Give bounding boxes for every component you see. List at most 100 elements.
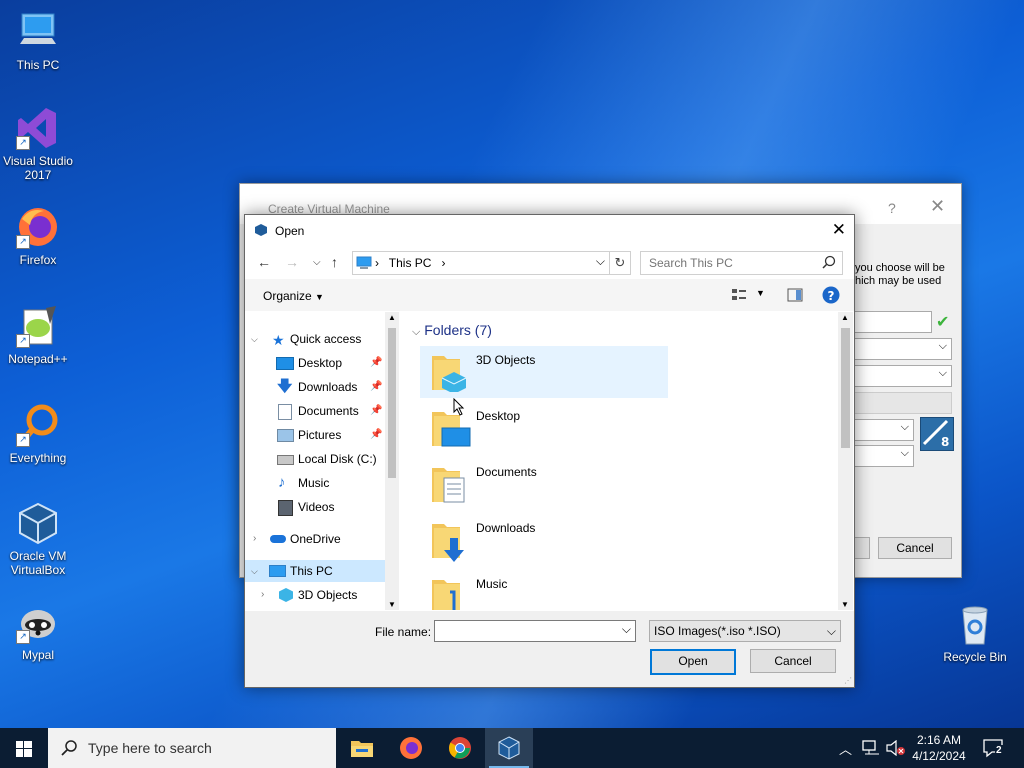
notification-center-button[interactable]: 2 [982,738,1004,758]
tree-item-label: Local Disk (C:) [298,452,377,466]
desktop-icon-everything[interactable]: ↗ Everything [0,403,76,465]
refresh-button[interactable]: ↻ [609,251,631,275]
tree-item-this-pc[interactable]: ⌵ This PC [245,560,385,582]
folder-documents-icon [432,468,465,503]
desktop-icon-visual-studio[interactable]: ↗ Visual Studio 2017 [0,106,76,182]
expand-chevron-icon[interactable]: › [261,584,264,606]
close-icon[interactable]: ✕ [832,220,846,240]
expand-chevron-icon[interactable]: ⌵ [251,560,258,582]
forward-arrow-icon[interactable]: → [285,254,299,270]
vm-version-dropdown[interactable]: ⌵ [850,445,914,467]
address-bar[interactable]: › This PC › ⌵ [352,251,610,275]
close-button[interactable]: ✕ [930,196,945,217]
tree-item-music[interactable]: ♪ Music [245,472,385,494]
taskbar-virtualbox[interactable] [485,728,533,768]
cancel-button[interactable]: Cancel [750,649,836,673]
desktop-icon-notepadpp[interactable]: ↗ Notepad++ [0,304,76,366]
file-name-dropdown-chevron-icon[interactable]: ⌵ [622,622,631,637]
tree-item-quick-access[interactable]: ⌵ ★ Quick access [245,328,385,350]
tree-item-downloads[interactable]: 🡇 Downloads 📌 [245,376,385,398]
show-hidden-icons-chevron-icon[interactable]: ︿ [839,739,852,758]
chevron-down-icon: ⌵ [900,447,909,459]
taskbar-file-explorer[interactable] [338,728,386,768]
pin-icon[interactable]: 📌 [370,376,382,398]
start-button[interactable] [0,728,48,768]
folder-item-documents[interactable]: Documents [420,458,668,510]
virtualbox-icon [16,501,60,545]
network-icon[interactable] [862,740,880,756]
file-name-combobox[interactable]: ⌵ [434,620,636,642]
breadcrumb-this-pc[interactable]: This PC [389,256,432,270]
scroll-up-icon[interactable]: ▲ [841,313,849,322]
tree-item-3d-objects[interactable]: › 3D Objects [245,584,385,606]
scroll-down-icon[interactable]: ▼ [841,600,849,609]
desktop-icon-firefox[interactable]: ↗ Firefox [0,205,76,267]
folder-item-downloads[interactable]: Downloads [420,514,668,566]
up-arrow-icon[interactable]: ↑ [331,254,338,270]
scrollbar-thumb[interactable] [388,328,396,478]
help-icon[interactable]: ? [822,286,840,307]
pin-icon[interactable]: 📌 [370,352,382,374]
taskbar-search-box[interactable]: Type here to search [48,728,336,768]
vm-dropdown[interactable]: ⌵ [850,365,952,387]
help-button[interactable]: ? [888,200,896,216]
pin-icon[interactable]: 📌 [370,424,382,446]
expand-chevron-icon[interactable]: ⌵ [251,328,258,350]
recent-locations-chevron-icon[interactable]: ⌵ [313,257,321,268]
scroll-down-icon[interactable]: ▼ [388,600,396,609]
clock-date: 4/12/2024 [912,749,966,763]
chevron-down-icon: ⌵ [900,421,909,433]
file-type-select[interactable]: ISO Images(*.iso *.ISO) ⌵ [649,620,841,642]
vm-folder-field[interactable] [850,311,932,333]
vm-type-dropdown[interactable]: ⌵ [850,419,914,441]
file-list-scrollbar[interactable]: ▲ ▼ [838,312,853,610]
vm-disabled-field [850,392,952,414]
taskbar: Type here to search ︿ 2:16 AM 4/12/2024 [0,728,1024,768]
tree-item-documents[interactable]: Documents 📌 [245,400,385,422]
view-options-caret-icon[interactable]: ▼ [756,288,765,298]
back-arrow-icon[interactable]: ← [257,254,271,270]
scroll-up-icon[interactable]: ▲ [388,313,396,322]
resize-grip-icon[interactable]: ⋰ [844,676,852,685]
vm-dropdown[interactable]: ⌵ [850,338,952,360]
change-view-icon[interactable] [731,288,747,305]
taskbar-chrome[interactable] [436,728,484,768]
preview-pane-icon[interactable] [787,288,803,305]
desktop-icon-recycle-bin[interactable]: Recycle Bin [936,602,1014,664]
address-dropdown-chevron-icon[interactable]: ⌵ [596,254,605,269]
tree-item-local-disk[interactable]: Local Disk (C:) [245,448,385,470]
firefox-icon [400,737,422,759]
folder-item-3d-objects[interactable]: 3D Objects [420,346,668,398]
tree-item-label: Documents [298,404,359,418]
tree-item-label: 3D Objects [298,588,358,602]
desktop-icon-label: Firefox [19,253,57,267]
navigation-bar: ← → ⌵ ↑ › This PC › ⌵ ↻ [245,245,854,277]
folder-item-music[interactable]: Music [420,570,668,610]
tree-item-pictures[interactable]: Pictures 📌 [245,424,385,446]
expand-chevron-icon[interactable]: › [253,528,256,550]
volume-muted-icon[interactable] [886,740,906,756]
search-input[interactable] [641,252,821,274]
desktop-icon-mypal[interactable]: ↗ Mypal [0,600,76,662]
search-box[interactable] [640,251,843,275]
desktop-icon-this-pc[interactable]: This PC [0,10,76,72]
folders-group-header[interactable]: ⌵ Folders (7) [412,322,492,339]
pin-icon[interactable]: 📌 [370,400,382,422]
desktop-icon-virtualbox[interactable]: Oracle VM VirtualBox [0,501,76,577]
tree-item-desktop[interactable]: Desktop 📌 [245,352,385,374]
virtualbox-icon [498,736,520,760]
open-button[interactable]: Open [650,649,736,675]
notepadpp-icon: ↗ [16,304,60,348]
navigation-scrollbar[interactable]: ▲ ▼ [385,312,399,610]
search-icon [61,740,77,756]
cvm-cancel-button[interactable]: Cancel [878,537,952,559]
tree-item-videos[interactable]: Videos [245,496,385,518]
file-name-input[interactable] [435,621,620,641]
taskbar-clock[interactable]: 2:16 AM 4/12/2024 [908,732,970,764]
desktop-icon-label: Oracle VM VirtualBox [9,549,67,577]
organize-menu[interactable]: Organize ▼ [263,289,324,303]
taskbar-firefox[interactable] [387,728,435,768]
scrollbar-thumb[interactable] [841,328,850,448]
tree-item-onedrive[interactable]: › OneDrive [245,528,385,550]
desktop-folder-icon [276,357,294,370]
